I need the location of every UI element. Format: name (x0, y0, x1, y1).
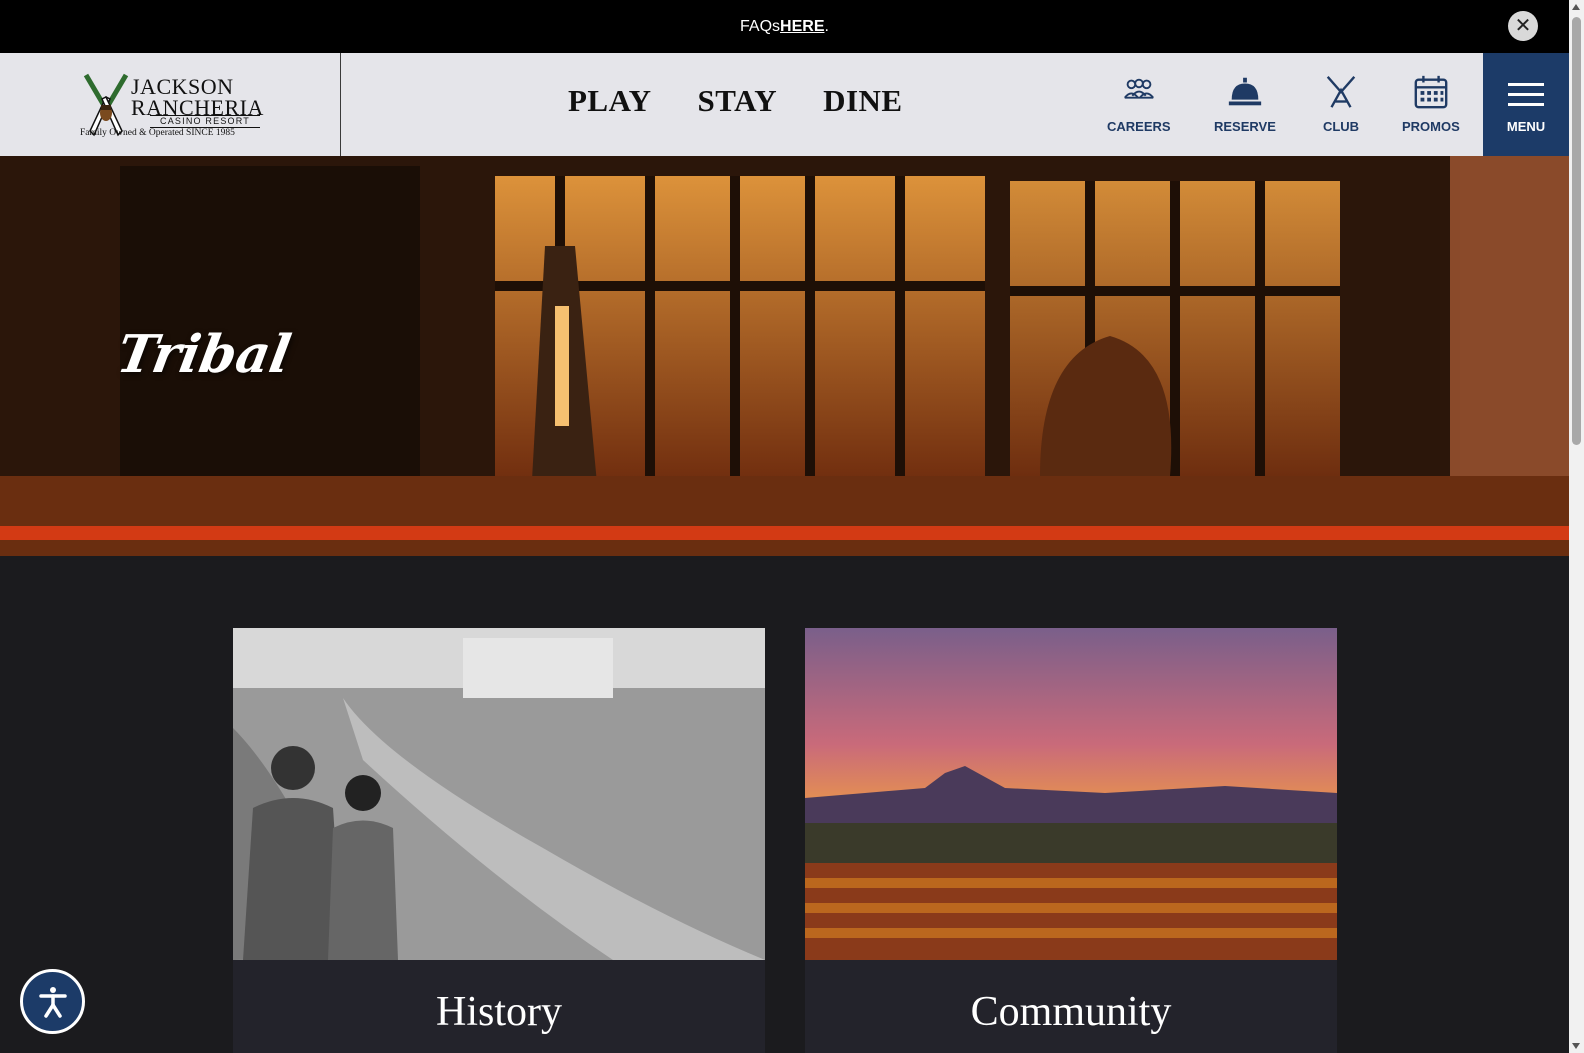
reserve-label: RESERVE (1214, 119, 1276, 134)
service-bell-icon (1228, 77, 1262, 106)
announcement-suffix: . (824, 17, 829, 35)
scrollbar-thumb[interactable] (1572, 17, 1581, 445)
calendar-icon (1414, 75, 1448, 109)
promos-link[interactable]: PROMOS (1402, 73, 1460, 134)
logo-tagline: Family Owned & Operated SINCE 1985 (80, 128, 235, 138)
history-photo (233, 628, 765, 960)
logo-text-casino-resort: CASINO RESORT (150, 115, 260, 128)
site-header: JACKSON RANCHERIA CASINO RESORT Family O… (0, 53, 1569, 156)
club-label: CLUB (1322, 119, 1360, 134)
nav-dine[interactable]: DINE (823, 83, 903, 119)
content-section: History Community (0, 556, 1569, 1053)
accessibility-button[interactable] (20, 969, 85, 1034)
accessibility-icon (38, 986, 67, 1018)
scroll-up-arrow-icon[interactable] (1572, 4, 1580, 10)
promos-label: PROMOS (1402, 119, 1460, 134)
announcement-bar: FAQs HERE. (0, 0, 1569, 53)
careers-link[interactable]: CAREERS (1107, 73, 1171, 134)
careers-label: CAREERS (1107, 119, 1171, 134)
nav-play[interactable]: PLAY (568, 83, 652, 119)
main-nav: PLAY STAY DINE (568, 83, 903, 119)
hamburger-icon (1508, 76, 1544, 113)
community-card[interactable]: Community (805, 628, 1337, 1053)
history-label: History (436, 989, 562, 1035)
scroll-down-arrow-icon[interactable] (1572, 1043, 1580, 1049)
community-photo (805, 628, 1337, 960)
people-icon (1123, 78, 1154, 99)
close-announcement-button[interactable]: ✕ (1508, 11, 1538, 41)
hero-banner: Tribal (0, 156, 1569, 556)
announcement-link[interactable]: HERE (780, 18, 824, 36)
hero-title: Tribal (112, 324, 296, 385)
feather-icon (1326, 76, 1356, 108)
logo[interactable]: JACKSON RANCHERIA CASINO RESORT Family O… (0, 53, 341, 156)
announcement-text: FAQs (740, 17, 781, 35)
history-card[interactable]: History (233, 628, 765, 1053)
club-link[interactable]: CLUB (1322, 73, 1360, 134)
menu-label: MENU (1506, 118, 1546, 134)
nav-stay[interactable]: STAY (698, 83, 778, 119)
menu-button[interactable]: MENU (1483, 53, 1569, 156)
close-icon: ✕ (1514, 15, 1532, 37)
community-label: Community (970, 989, 1172, 1035)
reserve-link[interactable]: RESERVE (1214, 73, 1276, 134)
